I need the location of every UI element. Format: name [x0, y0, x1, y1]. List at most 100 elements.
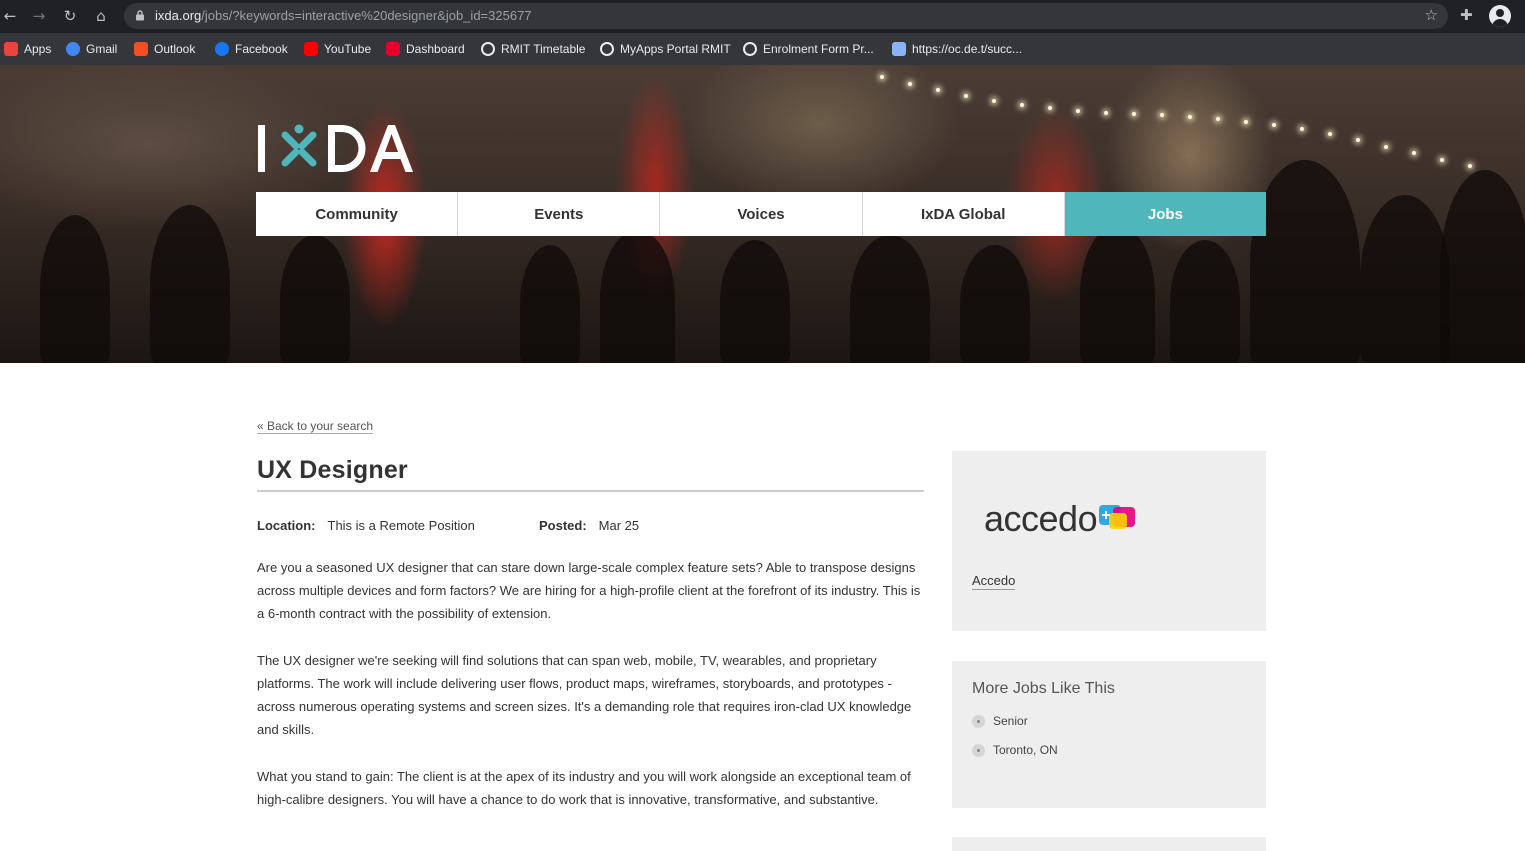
- bookmark-label: Dashboard: [406, 42, 465, 56]
- string-light: [1412, 151, 1416, 156]
- string-light: [1468, 164, 1472, 169]
- bookmark-label: Gmail: [86, 42, 118, 56]
- forward-arrow-icon[interactable]: →: [29, 6, 49, 26]
- tag-location[interactable]: Toronto, ON: [972, 743, 1058, 757]
- bookmark-7[interactable]: MyApps Portal RMIT: [600, 40, 731, 58]
- job-description-paragraph: The UX designer we're seeking will find …: [257, 653, 912, 737]
- string-light: [1356, 138, 1360, 143]
- windows-icon: [134, 42, 148, 56]
- string-light: [1440, 157, 1444, 162]
- crowd-silhouette: [1170, 240, 1240, 363]
- location-value: This is a Remote Position: [327, 518, 475, 533]
- tag-icon: [972, 714, 985, 728]
- string-light: [1328, 132, 1332, 137]
- link-icon: [892, 42, 906, 56]
- globe-icon: [743, 42, 757, 56]
- bookmarks-bar: Apps Gmail Outlook Facebook YouTube Dashboard…: [0, 33, 1525, 65]
- more-jobs-heading: More Jobs Like This: [972, 680, 1115, 697]
- string-light: [1048, 106, 1052, 111]
- accedo-logo[interactable]: accedo: [984, 498, 1137, 540]
- bookmark-0[interactable]: Apps: [4, 40, 51, 58]
- string-light: [992, 98, 996, 103]
- crowd-silhouette: [1440, 170, 1525, 363]
- string-light: [1160, 113, 1164, 118]
- bookmark-6[interactable]: RMIT Timetable: [481, 40, 585, 58]
- back-arrow-icon[interactable]: ←: [0, 6, 20, 26]
- bookmark-9[interactable]: https://oc.de.t/succ...: [892, 40, 1022, 58]
- ixda-logo[interactable]: [256, 122, 416, 177]
- crowd-silhouette: [720, 240, 790, 363]
- back-to-search-link[interactable]: « Back to your search: [257, 419, 374, 434]
- bookmark-label: Facebook: [235, 42, 288, 56]
- string-light: [1216, 116, 1220, 121]
- bookmark-3[interactable]: Facebook: [215, 40, 288, 58]
- nav-ixda-global[interactable]: IxDA Global: [862, 192, 1065, 236]
- string-light: [1020, 102, 1024, 107]
- crowd-silhouette: [150, 205, 230, 363]
- string-light: [1188, 114, 1192, 119]
- string-light: [880, 75, 884, 79]
- lock-icon: [136, 10, 144, 21]
- address-bar[interactable]: ixda.org/jobs/?keywords=interactive%20de…: [124, 3, 1448, 29]
- location-label: Location:: [257, 518, 316, 533]
- company-name-link[interactable]: Accedo: [972, 573, 1016, 590]
- crowd-silhouette: [600, 230, 675, 363]
- bookmark-label: Enrolment Form Pr...: [763, 42, 874, 56]
- company-card: accedo Accedo: [952, 451, 1266, 631]
- facebook-icon: [215, 42, 229, 56]
- crowd-silhouette: [1250, 160, 1360, 363]
- hero-banner: Community Events Voices IxDA Global Jobs: [0, 65, 1525, 363]
- bookmark-label: MyApps Portal RMIT: [620, 42, 731, 56]
- bookmark-5[interactable]: Dashboard: [386, 40, 465, 58]
- string-light: [964, 93, 968, 98]
- crowd-silhouette: [850, 235, 930, 363]
- more-jobs-card: More Jobs Like This Senior Toronto, ON: [952, 661, 1266, 808]
- bookmark-label: Outlook: [154, 42, 196, 56]
- bookmark-4[interactable]: YouTube: [304, 40, 371, 58]
- bookmark-label: https://oc.de.t/succ...: [912, 42, 1023, 56]
- string-light: [1300, 127, 1304, 132]
- reload-icon[interactable]: ↻: [60, 6, 80, 26]
- globe-icon: [481, 42, 495, 56]
- nav-voices[interactable]: Voices: [660, 192, 863, 236]
- string-light: [1104, 110, 1108, 115]
- crowd-silhouette: [1080, 225, 1155, 363]
- main-navigation: Community Events Voices IxDA Global Jobs: [256, 192, 1267, 236]
- crowd-silhouette: [40, 215, 110, 363]
- bookmark-label: YouTube: [324, 42, 372, 56]
- string-light: [1076, 108, 1080, 113]
- browser-toolbar: ← → ↻ ⌂ ixda.org/jobs/?keywords=interact…: [0, 0, 1525, 33]
- nav-community[interactable]: Community: [256, 192, 459, 236]
- bookmark-2[interactable]: Outlook: [134, 40, 195, 58]
- job-description-paragraph: Are you a seasoned UX designer that can …: [257, 560, 921, 621]
- profile-avatar-icon[interactable]: [1489, 5, 1511, 27]
- crowd-silhouette: [520, 245, 580, 363]
- string-light: [908, 81, 912, 86]
- google-icon: [66, 42, 80, 56]
- additional-sidebar-card: [952, 837, 1266, 851]
- youtube-icon: [304, 42, 318, 56]
- crowd-silhouette: [280, 235, 350, 363]
- tag-senior[interactable]: Senior: [972, 714, 1028, 728]
- bookmark-8[interactable]: Enrolment Form Pr...: [743, 40, 874, 58]
- home-icon[interactable]: ⌂: [91, 6, 111, 26]
- bookmark-label: RMIT Timetable: [501, 42, 586, 56]
- posted-label: Posted:: [539, 518, 587, 533]
- bookmark-1[interactable]: Gmail: [66, 40, 117, 58]
- job-description-paragraph: What you stand to gain: The client is at…: [257, 769, 911, 807]
- nav-jobs[interactable]: Jobs: [1064, 192, 1267, 236]
- string-light: [1272, 123, 1276, 127]
- string-light: [1384, 144, 1388, 149]
- posted-value: Mar 25: [598, 518, 640, 533]
- bookmark-star-icon[interactable]: ☆: [1425, 6, 1438, 24]
- title-divider: [257, 490, 924, 492]
- string-light: [1132, 112, 1136, 117]
- nav-events[interactable]: Events: [458, 192, 661, 236]
- string-light: [936, 87, 940, 92]
- extensions-puzzle-icon[interactable]: ✚: [1460, 6, 1473, 24]
- apps-grid-icon: [4, 42, 18, 56]
- globe-icon: [600, 42, 614, 56]
- string-light: [1244, 119, 1248, 124]
- crowd-silhouette: [1360, 195, 1450, 363]
- crowd-silhouette: [960, 245, 1030, 363]
